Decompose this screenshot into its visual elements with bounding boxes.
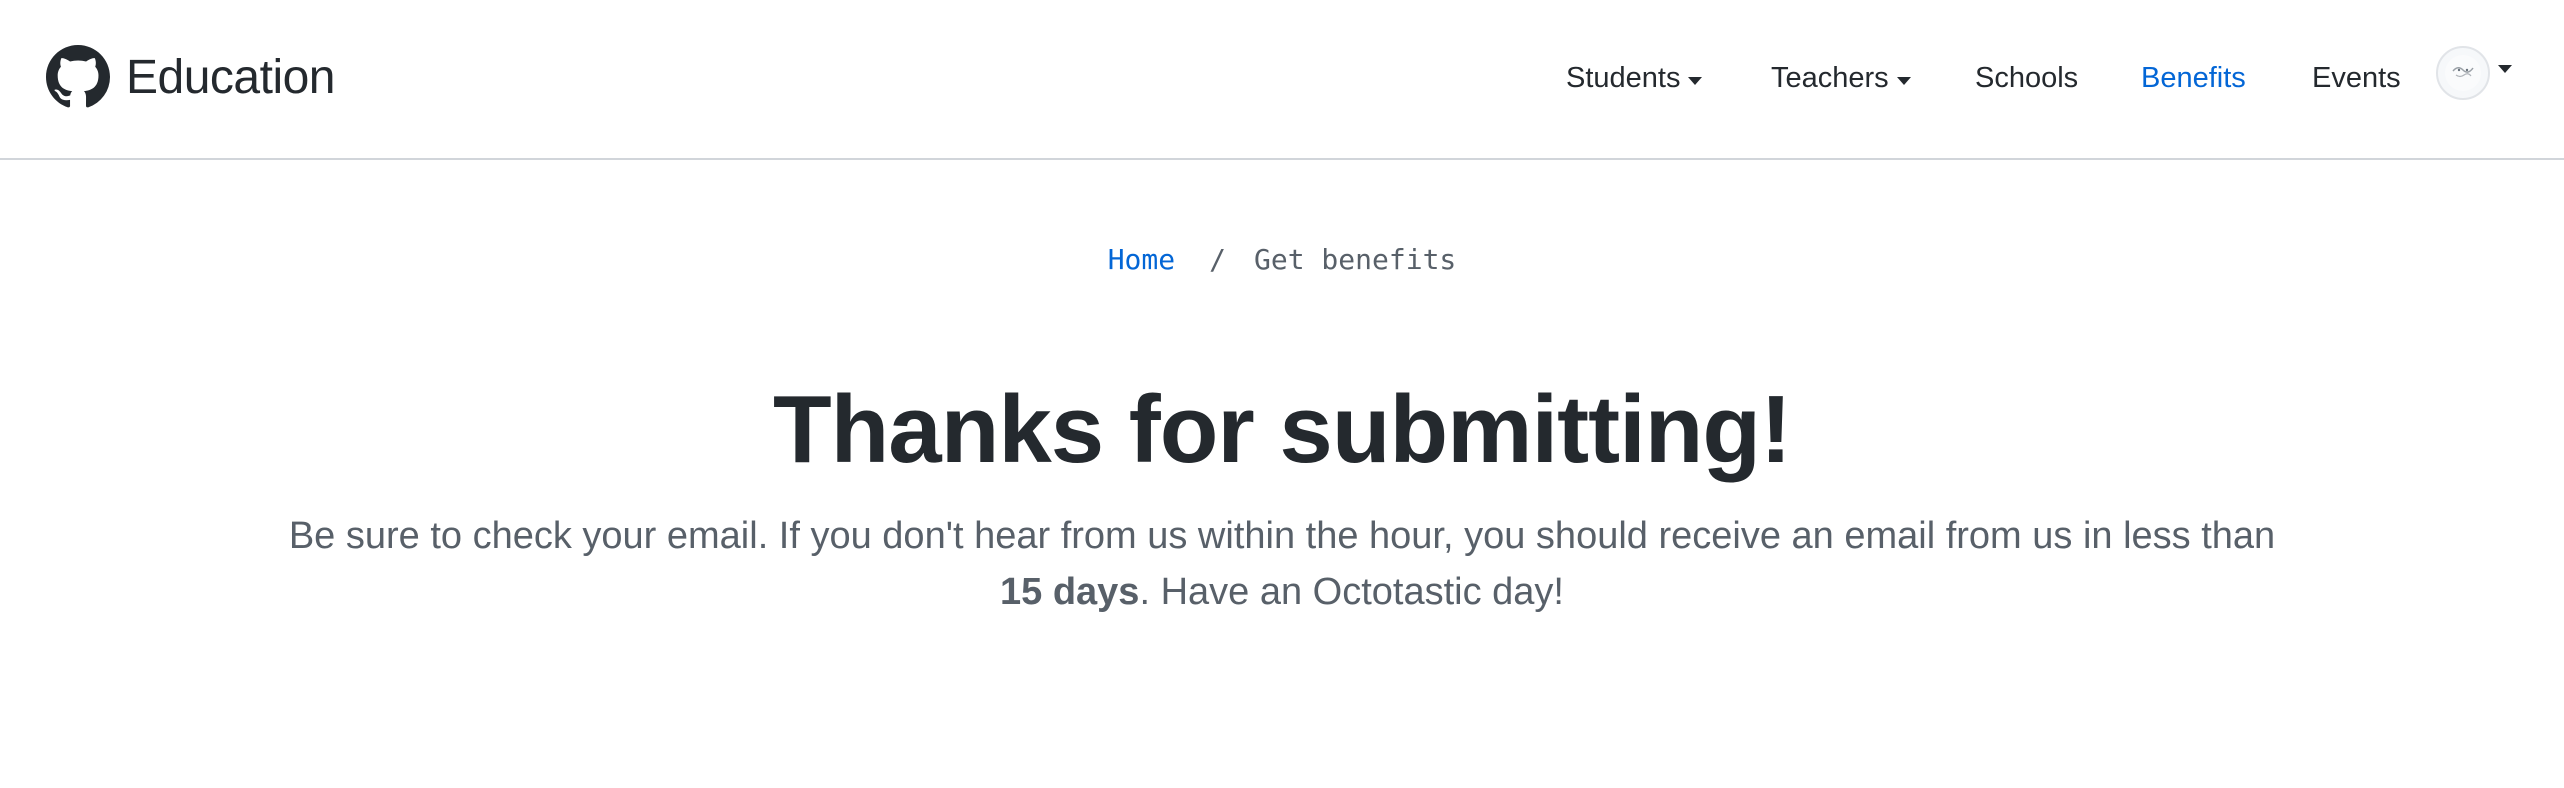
brand-link[interactable]: Education	[46, 44, 336, 110]
breadcrumb-current: Get benefits	[1254, 243, 1457, 276]
brand-name: Education	[126, 50, 336, 104]
github-octocat-icon	[46, 45, 110, 108]
nav-events-label: Events	[2312, 62, 2401, 94]
caret-down-icon	[2498, 65, 2512, 73]
breadcrumb-separator: /	[1209, 243, 1226, 276]
nav-schools-label: Schools	[1975, 62, 2079, 94]
site-header: Education Students Teachers Schools Bene…	[0, 0, 2564, 160]
message-text-end: . Have an Octotastic day!	[1139, 571, 1564, 613]
nav-students-label: Students	[1566, 62, 1681, 94]
caret-down-icon	[1896, 76, 1911, 85]
page-title: Thanks for submitting!	[773, 376, 1792, 483]
nav-students[interactable]: Students	[1566, 62, 1703, 95]
caret-down-icon	[1688, 76, 1703, 85]
nav-events[interactable]: Events	[2312, 62, 2401, 95]
nav-schools[interactable]: Schools	[1975, 62, 2078, 95]
nav-benefits-label: Benefits	[2141, 62, 2246, 94]
user-avatar[interactable]	[2436, 46, 2490, 100]
message-text-start: Be sure to check your email. If you don'…	[288, 515, 2276, 557]
avatar-sketch-icon	[2445, 55, 2481, 91]
nav-teachers[interactable]: Teachers	[1771, 62, 1911, 95]
confirmation-message: Be sure to check your email. If you don'…	[282, 508, 2282, 620]
breadcrumb: Home / Get benefits	[0, 243, 2564, 276]
message-emphasis: 15 days	[1000, 571, 1140, 613]
user-menu[interactable]	[2436, 46, 2512, 100]
nav-teachers-label: Teachers	[1771, 62, 1889, 94]
breadcrumb-home-link[interactable]: Home	[1108, 243, 1175, 276]
nav-benefits[interactable]: Benefits	[2141, 62, 2246, 95]
